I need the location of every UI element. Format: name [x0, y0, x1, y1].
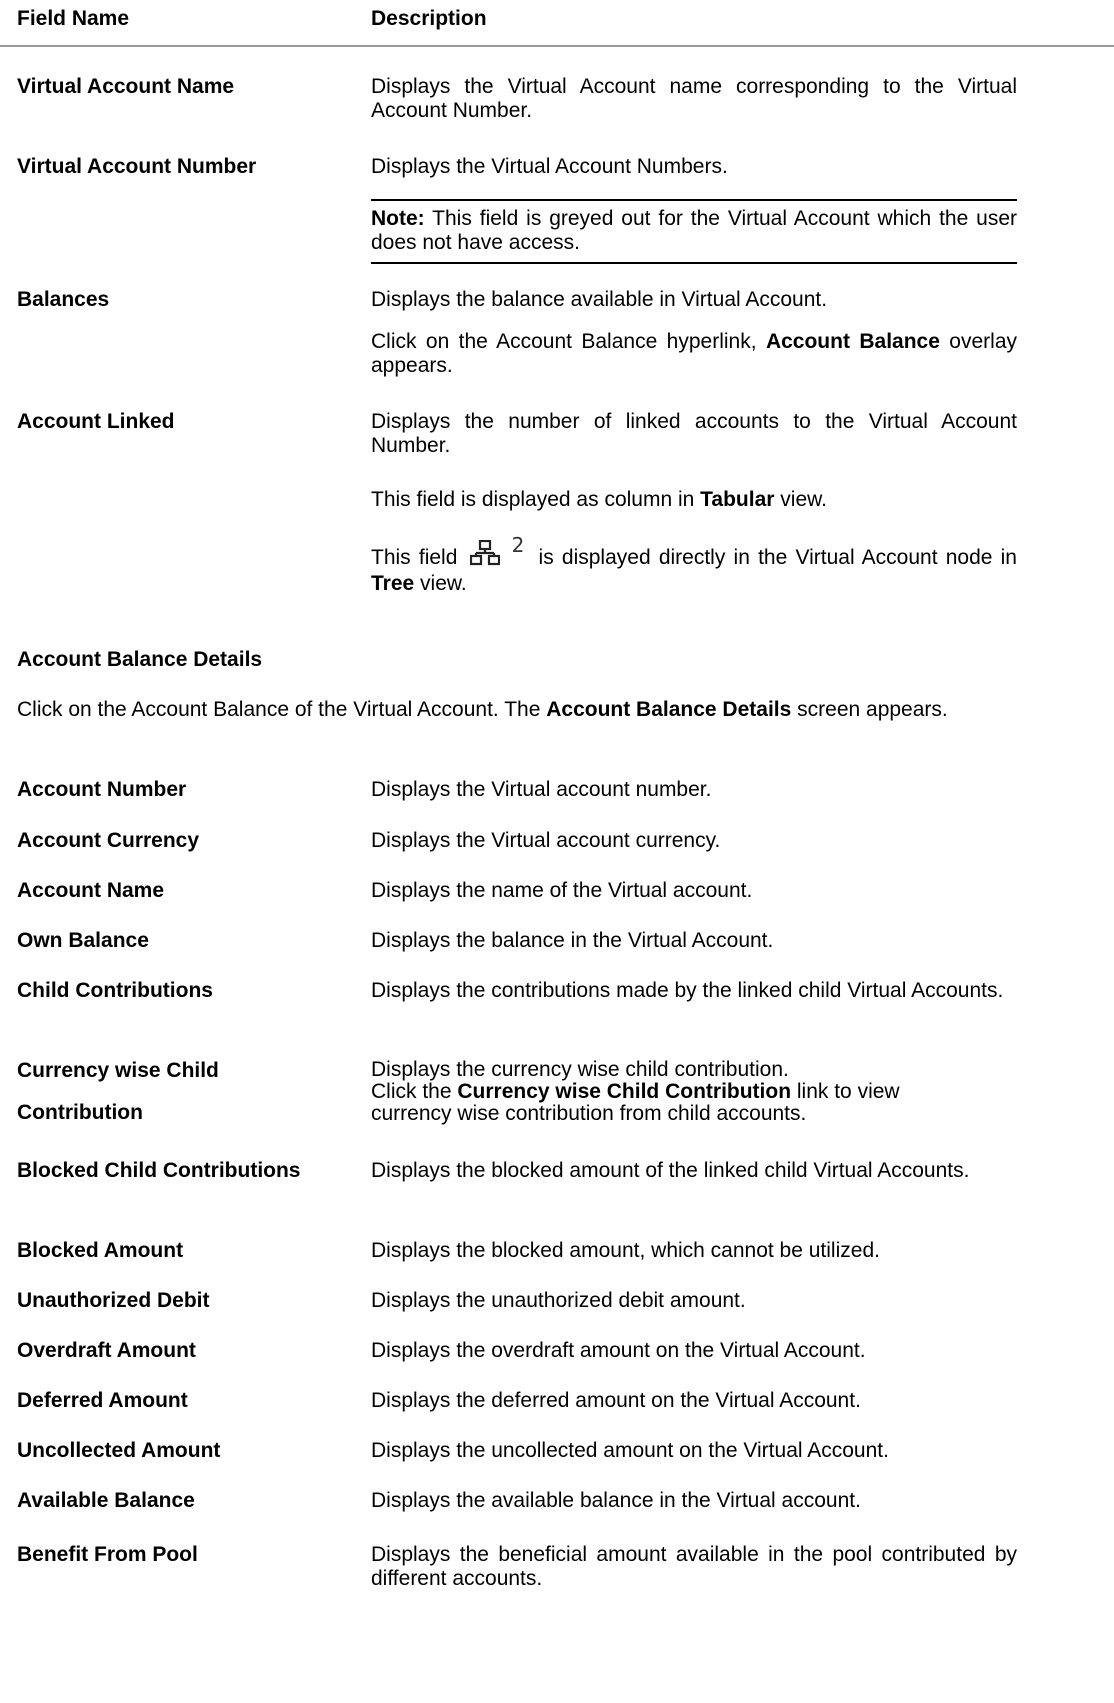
field-desc-balances: Displays the balance available in Virtua… [371, 288, 828, 311]
field-name-blocked-amount: Blocked Amount [17, 1239, 184, 1262]
field-desc-account-linked-tree: This field 2 is displayed directly in th… [371, 533, 1017, 595]
header-divider [0, 45, 1114, 47]
column-header-field-name: Field Name [17, 7, 130, 30]
note-top-rule [371, 199, 1017, 201]
field-name-virtual-account-name: Virtual Account Name [17, 75, 235, 98]
field-desc-virtual-account-number: Displays the Virtual Account Numbers. [371, 155, 728, 178]
column-header-description: Description [371, 7, 487, 30]
section-title-account-balance-details: Account Balance Details [17, 648, 263, 671]
field-name-deferred-amount: Deferred Amount [17, 1389, 188, 1412]
field-desc-blocked-amount: Displays the blocked amount, which canno… [371, 1239, 880, 1262]
field-name-account-linked: Account Linked [17, 410, 175, 433]
section-intro: Click on the Account Balance of the Virt… [17, 698, 948, 721]
field-desc-account-name: Displays the name of the Virtual account… [371, 879, 753, 902]
currency-wise-link-label: Currency wise Child Contribution [457, 1080, 792, 1103]
field-desc-account-currency: Displays the Virtual account currency. [371, 829, 721, 852]
field-name-currency-wise-line2: Contribution [17, 1101, 143, 1124]
field-name-unauthorized-debit: Unauthorized Debit [17, 1289, 210, 1312]
document-page: Field Name Description Virtual Account N… [0, 0, 1114, 1703]
field-desc-virtual-account-name: Displays the Virtual Account name corres… [371, 75, 1017, 122]
field-desc-currency-wise: Displays the currency wise child contrib… [371, 1058, 900, 1125]
note-box: Note: This field is greyed out for the V… [371, 207, 1017, 255]
field-name-uncollected-amount: Uncollected Amount [17, 1439, 221, 1462]
linked-count: 2 [511, 533, 525, 557]
field-desc-unauthorized-debit: Displays the unauthorized debit amount. [371, 1289, 746, 1312]
field-desc-account-linked: Displays the number of linked accounts t… [371, 410, 1017, 457]
field-name-available-balance: Available Balance [17, 1489, 195, 1512]
field-name-account-name: Account Name [17, 879, 165, 902]
field-desc-account-linked-tabular: This field is displayed as column in Tab… [371, 488, 827, 511]
field-name-balances: Balances [17, 288, 110, 311]
hierarchy-icon [469, 539, 500, 572]
field-name-currency-wise-line1: Currency wise Child [17, 1059, 219, 1082]
field-desc-overdraft-amount: Displays the overdraft amount on the Vir… [371, 1339, 866, 1362]
field-name-virtual-account-number: Virtual Account Number [17, 155, 257, 178]
field-name-benefit-from-pool: Benefit From Pool [17, 1543, 198, 1566]
note-text: This field is greyed out for the Virtual… [371, 207, 1017, 254]
field-name-overdraft-amount: Overdraft Amount [17, 1339, 196, 1362]
field-name-child-contributions: Child Contributions [17, 979, 213, 1002]
field-desc-child-contributions: Displays the contributions made by the l… [371, 979, 1004, 1002]
field-desc-account-number: Displays the Virtual account number. [371, 778, 712, 801]
field-desc-benefit-from-pool: Displays the beneficial amount available… [371, 1543, 1017, 1590]
field-desc-deferred-amount: Displays the deferred amount on the Virt… [371, 1389, 861, 1412]
note-bottom-rule [371, 262, 1017, 264]
field-name-own-balance: Own Balance [17, 929, 149, 952]
account-balance-link-label: Account Balance [765, 330, 940, 353]
field-desc-balances-hyperlink: Click on the Account Balance hyperlink, … [371, 330, 1018, 377]
field-name-account-number: Account Number [17, 778, 187, 801]
field-desc-uncollected-amount: Displays the uncollected amount on the V… [371, 1439, 889, 1462]
field-desc-available-balance: Displays the available balance in the Vi… [371, 1489, 861, 1512]
field-desc-blocked-child-contributions: Displays the blocked amount of the linke… [371, 1159, 970, 1182]
field-name-account-currency: Account Currency [17, 829, 200, 852]
note-label: Note: [371, 207, 425, 230]
field-desc-own-balance: Displays the balance in the Virtual Acco… [371, 929, 774, 952]
field-name-blocked-child-contributions: Blocked Child Contributions [17, 1159, 301, 1182]
